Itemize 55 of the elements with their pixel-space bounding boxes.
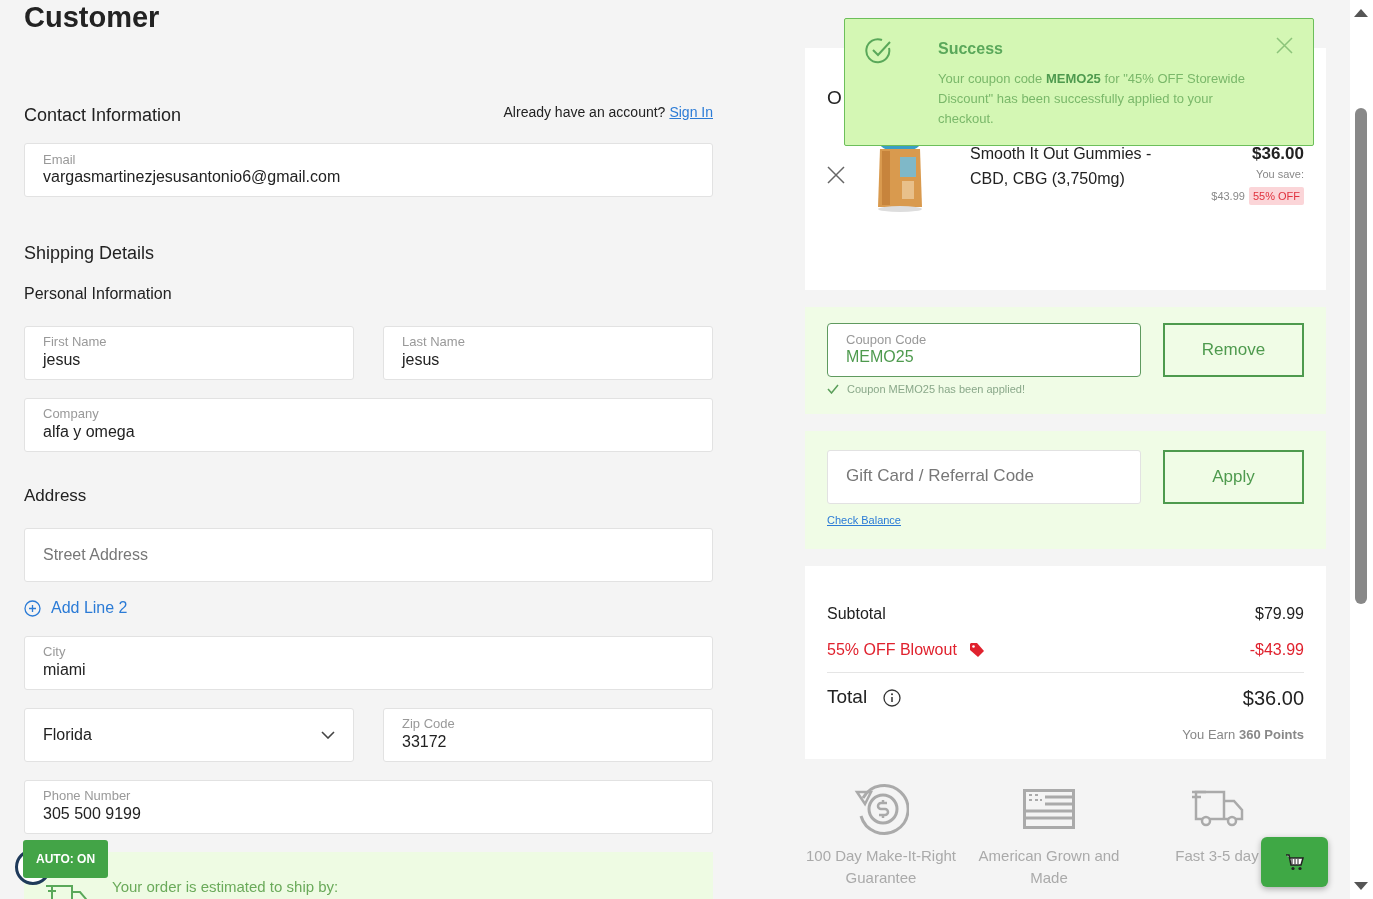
original-price: $43.99 bbox=[1211, 188, 1245, 204]
save-label: You save: bbox=[1256, 167, 1304, 182]
flag-icon bbox=[1023, 788, 1075, 829]
gift-card-field[interactable]: Gift Card / Referral Code bbox=[827, 449, 1141, 504]
text-field[interactable]: Zip Code 33172 bbox=[383, 707, 713, 762]
check-balance-link[interactable]: Check Balance bbox=[827, 511, 901, 528]
text-field[interactable]: City miami bbox=[24, 635, 713, 690]
info-icon[interactable] bbox=[883, 688, 902, 707]
text-field[interactable]: First Name jesus bbox=[24, 325, 354, 380]
plus-circle-icon bbox=[24, 599, 41, 617]
account-prompt: Already have an account? bbox=[503, 103, 666, 122]
feature-text: American Grown and Made bbox=[977, 845, 1121, 888]
toast-message: Your coupon code MEMO25 for "45% OFF Storewide Discount" has been successfully applied to your checkout. bbox=[938, 70, 1246, 128]
check-icon bbox=[827, 384, 839, 395]
apply-button[interactable]: Apply bbox=[1163, 449, 1304, 504]
sign-in-link[interactable]: Sign In bbox=[669, 102, 713, 123]
tag-icon bbox=[968, 641, 985, 658]
discount-label: 55% OFF Blowout bbox=[827, 639, 957, 660]
text-field[interactable]: Last Name jesus bbox=[383, 325, 713, 380]
money-back-icon bbox=[853, 781, 909, 836]
subtotal-label: Subtotal bbox=[827, 603, 886, 624]
check-circle-icon bbox=[865, 37, 892, 64]
subtotal-value: $79.99 bbox=[1255, 603, 1304, 624]
feature-text: 100 Day Make-It-Right Guarantee bbox=[804, 845, 958, 888]
feature-text: Fast 3-5 day bbox=[1175, 845, 1259, 866]
text-field[interactable]: Company alfa y omega bbox=[24, 397, 713, 452]
total-label: Total bbox=[827, 685, 868, 710]
text-field[interactable]: Email vargasmartinezjesusantonio6@gmail.com bbox=[24, 143, 713, 197]
total-value: $36.00 bbox=[1242, 685, 1304, 711]
discount-badge: 55% OFF bbox=[1248, 186, 1304, 205]
section-heading: Shipping Details bbox=[24, 243, 156, 265]
coupon-applied-message: Coupon MEMO25 has been applied! bbox=[847, 382, 1025, 397]
cart-button[interactable] bbox=[1261, 837, 1328, 887]
state-select[interactable]: Florida bbox=[24, 707, 354, 762]
subheading: Address bbox=[24, 484, 88, 507]
close-icon[interactable] bbox=[827, 165, 845, 184]
chevron-down-icon bbox=[321, 730, 335, 739]
toast-title: Success bbox=[938, 39, 1004, 59]
auto-toggle-button[interactable]: AUTO: ON bbox=[23, 840, 109, 878]
subheading: Personal Information bbox=[24, 283, 173, 304]
section-heading: Contact Information bbox=[24, 105, 182, 127]
estimate-text: Your order is estimated to ship by: bbox=[112, 876, 339, 897]
text-field[interactable]: Street Address bbox=[24, 528, 713, 583]
page-title: Customer bbox=[24, 3, 161, 32]
product-price: $36.00 bbox=[1252, 142, 1304, 165]
remove-button[interactable]: Remove bbox=[1163, 323, 1304, 377]
summary-heading: O bbox=[827, 86, 842, 110]
text-field[interactable]: Phone Number 305 500 9199 bbox=[24, 779, 713, 834]
truck-icon bbox=[1190, 788, 1244, 829]
cart-icon bbox=[1284, 853, 1305, 871]
discount-value: -$43.99 bbox=[1249, 639, 1304, 660]
add-line-link[interactable]: Add Line 2 bbox=[24, 596, 128, 621]
points-text: You Earn 360 Points bbox=[1181, 725, 1304, 744]
coupon-field[interactable]: Coupon Code MEMO25 bbox=[827, 323, 1141, 377]
product-name: Smooth It Out Gummies - CBD, CBG (3,750mg) bbox=[970, 143, 1153, 189]
